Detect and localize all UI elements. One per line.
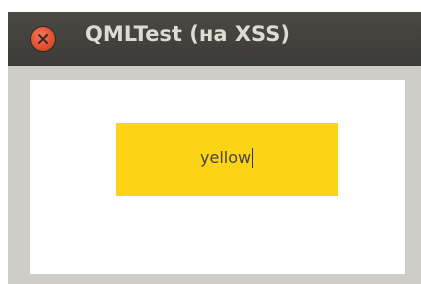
text-cursor	[252, 148, 254, 168]
app-window: QMLTest (на XSS) yellow	[0, 0, 421, 284]
close-icon	[38, 34, 48, 44]
text-input-value[interactable]: yellow	[200, 148, 254, 168]
close-button[interactable]	[31, 27, 55, 51]
window-frame: yellow	[8, 66, 421, 284]
window-title: QMLTest (на XSS)	[85, 22, 290, 46]
content-area: yellow	[30, 80, 405, 274]
text-input[interactable]: yellow	[116, 123, 338, 196]
title-bar[interactable]: QMLTest (на XSS)	[8, 12, 421, 66]
